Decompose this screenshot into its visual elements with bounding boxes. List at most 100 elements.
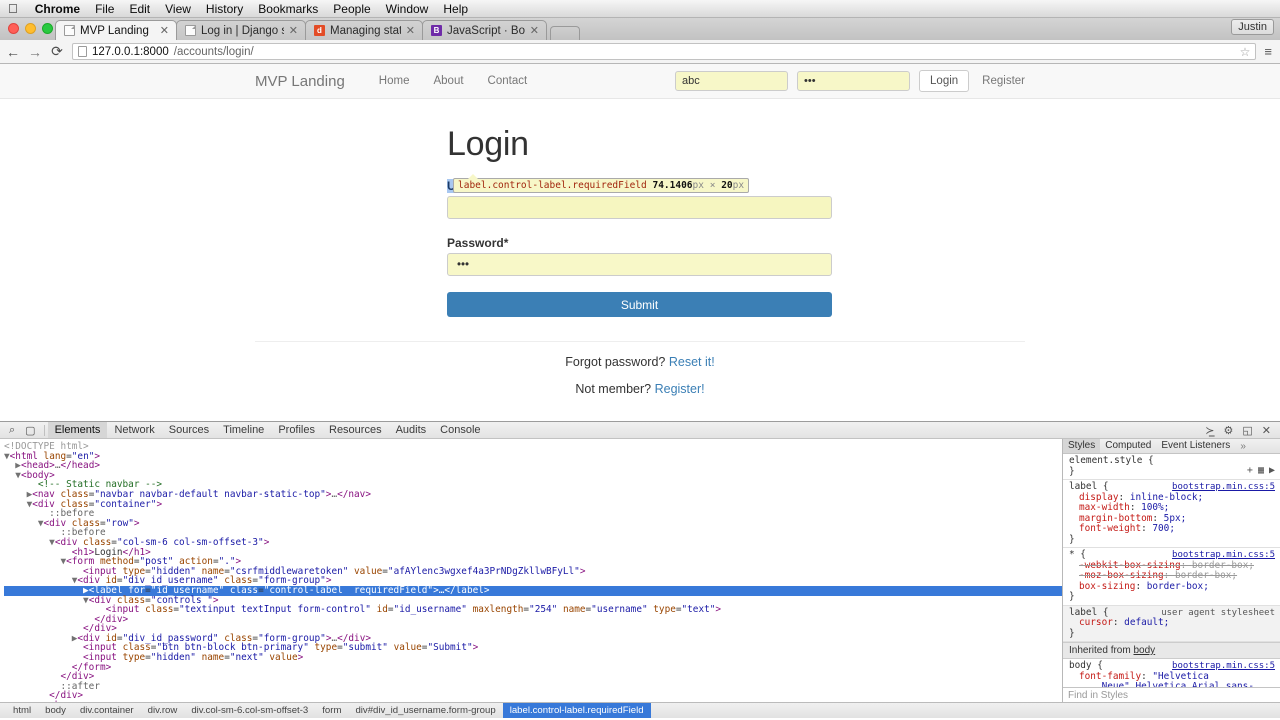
tab-network[interactable]: Network: [107, 422, 161, 438]
close-tab-icon[interactable]: ✕: [289, 24, 298, 37]
css-rule-1[interactable]: label {bootstrap.min.css:5 display: inlin…: [1063, 480, 1280, 548]
console-drawer-icon[interactable]: ≻̲: [1205, 424, 1214, 437]
apple-icon[interactable]: : [8, 2, 18, 15]
close-tab-icon[interactable]: ✕: [160, 24, 169, 37]
close-icon[interactable]: ✕: [1262, 424, 1271, 437]
tab-elements[interactable]: Elements: [47, 422, 108, 438]
close-tab-icon[interactable]: ✕: [406, 24, 415, 37]
css-declaration[interactable]: Neue",Helvetica,Arial,sans-serif;: [1069, 681, 1275, 687]
gear-icon[interactable]: ⚙: [1224, 424, 1234, 437]
chrome-menu-icon[interactable]: ≡: [1264, 44, 1274, 59]
dom-node[interactable]: <!DOCTYPE html>: [4, 442, 1062, 452]
reset-password-link[interactable]: Reset it!: [669, 355, 715, 369]
navbar-login-button[interactable]: Login: [919, 70, 970, 92]
menu-item-history[interactable]: History: [206, 2, 243, 16]
menu-item-bookmarks[interactable]: Bookmarks: [258, 2, 318, 16]
menu-item-chrome[interactable]: Chrome: [35, 2, 80, 16]
toggle-states-icon[interactable]: ▶: [1269, 465, 1275, 477]
browser-tab-django-admin[interactable]: Log in | Django site admin ✕: [176, 20, 306, 40]
css-rule-0[interactable]: element.style {} + ▦ ▶: [1063, 454, 1280, 480]
dom-node[interactable]: ::after: [4, 682, 1062, 692]
css-rule-2[interactable]: * {bootstrap.min.css:5 -webkit-box-sizing…: [1063, 548, 1280, 606]
forward-icon[interactable]: →: [28, 44, 42, 60]
menu-item-file[interactable]: File: [95, 2, 114, 16]
minimize-window-button[interactable]: [25, 23, 36, 34]
nav-link-about[interactable]: About: [421, 75, 475, 87]
nav-link-home[interactable]: Home: [367, 75, 422, 87]
username-input[interactable]: [447, 196, 832, 219]
dom-node[interactable]: </div>: [4, 614, 1062, 625]
new-tab-button[interactable]: [550, 26, 580, 40]
dom-node[interactable]: ▼<div class="row">: [4, 518, 1062, 529]
tab-resources[interactable]: Resources: [322, 422, 389, 438]
dom-node[interactable]: ▼<html lang="en">: [4, 451, 1062, 462]
dom-node[interactable]: </div>: [4, 691, 1062, 701]
menu-item-people[interactable]: People: [333, 2, 370, 16]
menu-item-view[interactable]: View: [165, 2, 191, 16]
breadcrumb-item[interactable]: body: [38, 703, 73, 718]
tab-styles[interactable]: Styles: [1063, 439, 1101, 453]
nav-link-contact[interactable]: Contact: [476, 75, 540, 87]
styles-overflow-icon[interactable]: »: [1235, 441, 1251, 452]
reload-icon[interactable]: ⟳: [50, 43, 64, 60]
dom-node[interactable]: ▼<body>: [4, 470, 1062, 481]
browser-tab-mvp-landing[interactable]: MVP Landing ✕: [55, 20, 177, 40]
dom-node[interactable]: ::before: [4, 509, 1062, 519]
dom-node[interactable]: ▶<nav class="navbar navbar-default navba…: [4, 490, 1062, 500]
menu-item-help[interactable]: Help: [443, 2, 468, 16]
dom-node[interactable]: </form>: [4, 662, 1062, 673]
bookmark-star-icon[interactable]: ☆: [1240, 45, 1251, 59]
tab-audits[interactable]: Audits: [389, 422, 434, 438]
breadcrumb-item[interactable]: label.control-label.requiredField: [502, 703, 651, 718]
navbar-register-link[interactable]: Register: [978, 75, 1025, 87]
dom-node[interactable]: <input class="textinput textInput form-c…: [4, 605, 1062, 615]
css-declaration[interactable]: font-weight: 700;: [1069, 523, 1275, 535]
profile-button[interactable]: Justin: [1231, 19, 1274, 35]
breadcrumb-item[interactable]: form: [315, 703, 348, 718]
breadcrumb-item[interactable]: div.row: [141, 703, 185, 718]
dom-node[interactable]: <hr>: [4, 701, 1062, 702]
tab-event-listeners[interactable]: Event Listeners: [1156, 439, 1235, 453]
styles-rules-list[interactable]: element.style {} + ▦ ▶ label {bootstrap.min.…: [1063, 454, 1280, 687]
dock-position-icon[interactable]: ◱: [1242, 424, 1252, 437]
dom-node[interactable]: ▼<div class="container">: [4, 499, 1062, 510]
dom-node[interactable]: ▼<div class="col-sm-6 col-sm-offset-3">: [4, 538, 1062, 548]
css-declaration[interactable]: cursor: default;: [1069, 617, 1275, 629]
dom-node[interactable]: </div>: [4, 672, 1062, 682]
dom-node[interactable]: ▶<head>…</head>: [4, 461, 1062, 471]
css-rule-3[interactable]: label {user agent stylesheet cursor: defa…: [1063, 605, 1280, 642]
breadcrumb-item[interactable]: div#div_id_username.form-group: [348, 703, 502, 718]
browser-tab-managing-static-files[interactable]: d Managing static files (CSS ✕: [305, 20, 423, 40]
css-declaration[interactable]: box-sizing: border-box;: [1069, 581, 1275, 593]
back-icon[interactable]: ←: [6, 44, 20, 60]
password-input[interactable]: •••: [447, 253, 832, 276]
maximize-window-button[interactable]: [42, 23, 53, 34]
site-brand[interactable]: MVP Landing: [255, 73, 367, 90]
tab-timeline[interactable]: Timeline: [216, 422, 271, 438]
address-bar[interactable]: 127.0.0.1:8000/accounts/login/ ☆: [72, 43, 1257, 60]
dom-node[interactable]: <input type="hidden" name="next" value>: [4, 653, 1062, 663]
navbar-username-input[interactable]: abc: [675, 71, 789, 91]
breadcrumb-item[interactable]: div.col-sm-6.col-sm-offset-3: [184, 703, 315, 718]
dom-tree-pane[interactable]: ➤ <!DOCTYPE html>▼<html lang="en"> ▶<hea…: [0, 439, 1062, 702]
breadcrumb-item[interactable]: html: [6, 703, 38, 718]
inspect-element-icon[interactable]: ⌕: [4, 424, 20, 437]
close-window-button[interactable]: [8, 23, 19, 34]
menu-item-edit[interactable]: Edit: [129, 2, 150, 16]
find-in-styles-input[interactable]: Find in Styles: [1063, 687, 1280, 702]
tab-computed[interactable]: Computed: [1100, 439, 1156, 453]
navbar-password-input[interactable]: •••: [797, 71, 911, 91]
submit-button[interactable]: Submit: [447, 292, 832, 317]
toggle-classes-icon[interactable]: ▦: [1258, 465, 1264, 477]
browser-tab-javascript-bootstrap[interactable]: B JavaScript · Bootstrap ✕: [422, 20, 547, 40]
menu-item-window[interactable]: Window: [386, 2, 429, 16]
breadcrumb-item[interactable]: div.container: [73, 703, 141, 718]
close-tab-icon[interactable]: ✕: [530, 24, 539, 37]
page-info-icon[interactable]: [78, 46, 87, 57]
window-controls[interactable]: [8, 23, 53, 34]
device-toolbar-icon[interactable]: ▢: [20, 424, 40, 437]
css-rule-body[interactable]: body {bootstrap.min.css:5 font-family: "H…: [1063, 659, 1280, 687]
tab-sources[interactable]: Sources: [162, 422, 216, 438]
register-link[interactable]: Register!: [655, 382, 705, 396]
add-rule-icon[interactable]: +: [1247, 465, 1253, 477]
